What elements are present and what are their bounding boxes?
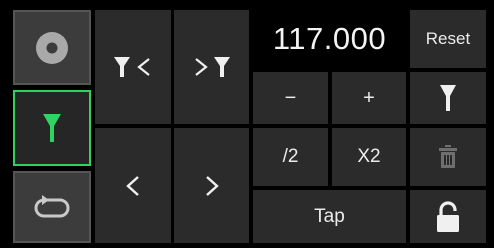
mode-button-loop[interactable] [13, 171, 91, 243]
half-button[interactable]: /2 [253, 128, 328, 186]
position-value: 117.000 [272, 21, 387, 56]
nudge-right-button[interactable] [174, 128, 249, 243]
marker-icon [439, 84, 457, 112]
marker-icon [42, 113, 62, 143]
plus-label: + [363, 86, 375, 109]
add-marker-button[interactable] [410, 72, 486, 124]
position-display: 117.000 [253, 10, 406, 68]
minus-label: − [284, 86, 297, 109]
tap-label: Tap [314, 205, 345, 227]
trash-icon [438, 145, 458, 169]
decrement-button[interactable]: − [253, 72, 328, 124]
marker-next-icon [192, 56, 232, 78]
chevron-right-icon [205, 175, 219, 197]
lock-button[interactable] [410, 190, 486, 243]
reset-label: Reset [425, 29, 471, 48]
delete-button[interactable] [410, 128, 486, 186]
unlock-icon [436, 200, 460, 233]
chevron-left-icon [126, 175, 140, 197]
marker-prev-icon [113, 56, 153, 78]
mode-button-record[interactable] [13, 10, 91, 85]
mode-button-marker[interactable] [13, 90, 91, 166]
marker-prev-button[interactable] [95, 10, 171, 124]
double-label: X2 [357, 146, 381, 167]
increment-button[interactable]: + [332, 72, 406, 124]
disc-icon [35, 31, 69, 65]
reset-button[interactable]: Reset [410, 10, 486, 68]
double-button[interactable]: X2 [332, 128, 406, 186]
marker-next-button[interactable] [174, 10, 249, 124]
nudge-left-button[interactable] [95, 128, 171, 243]
half-label: /2 [282, 146, 299, 167]
tap-button[interactable]: Tap [253, 190, 406, 243]
loop-icon [32, 194, 72, 220]
